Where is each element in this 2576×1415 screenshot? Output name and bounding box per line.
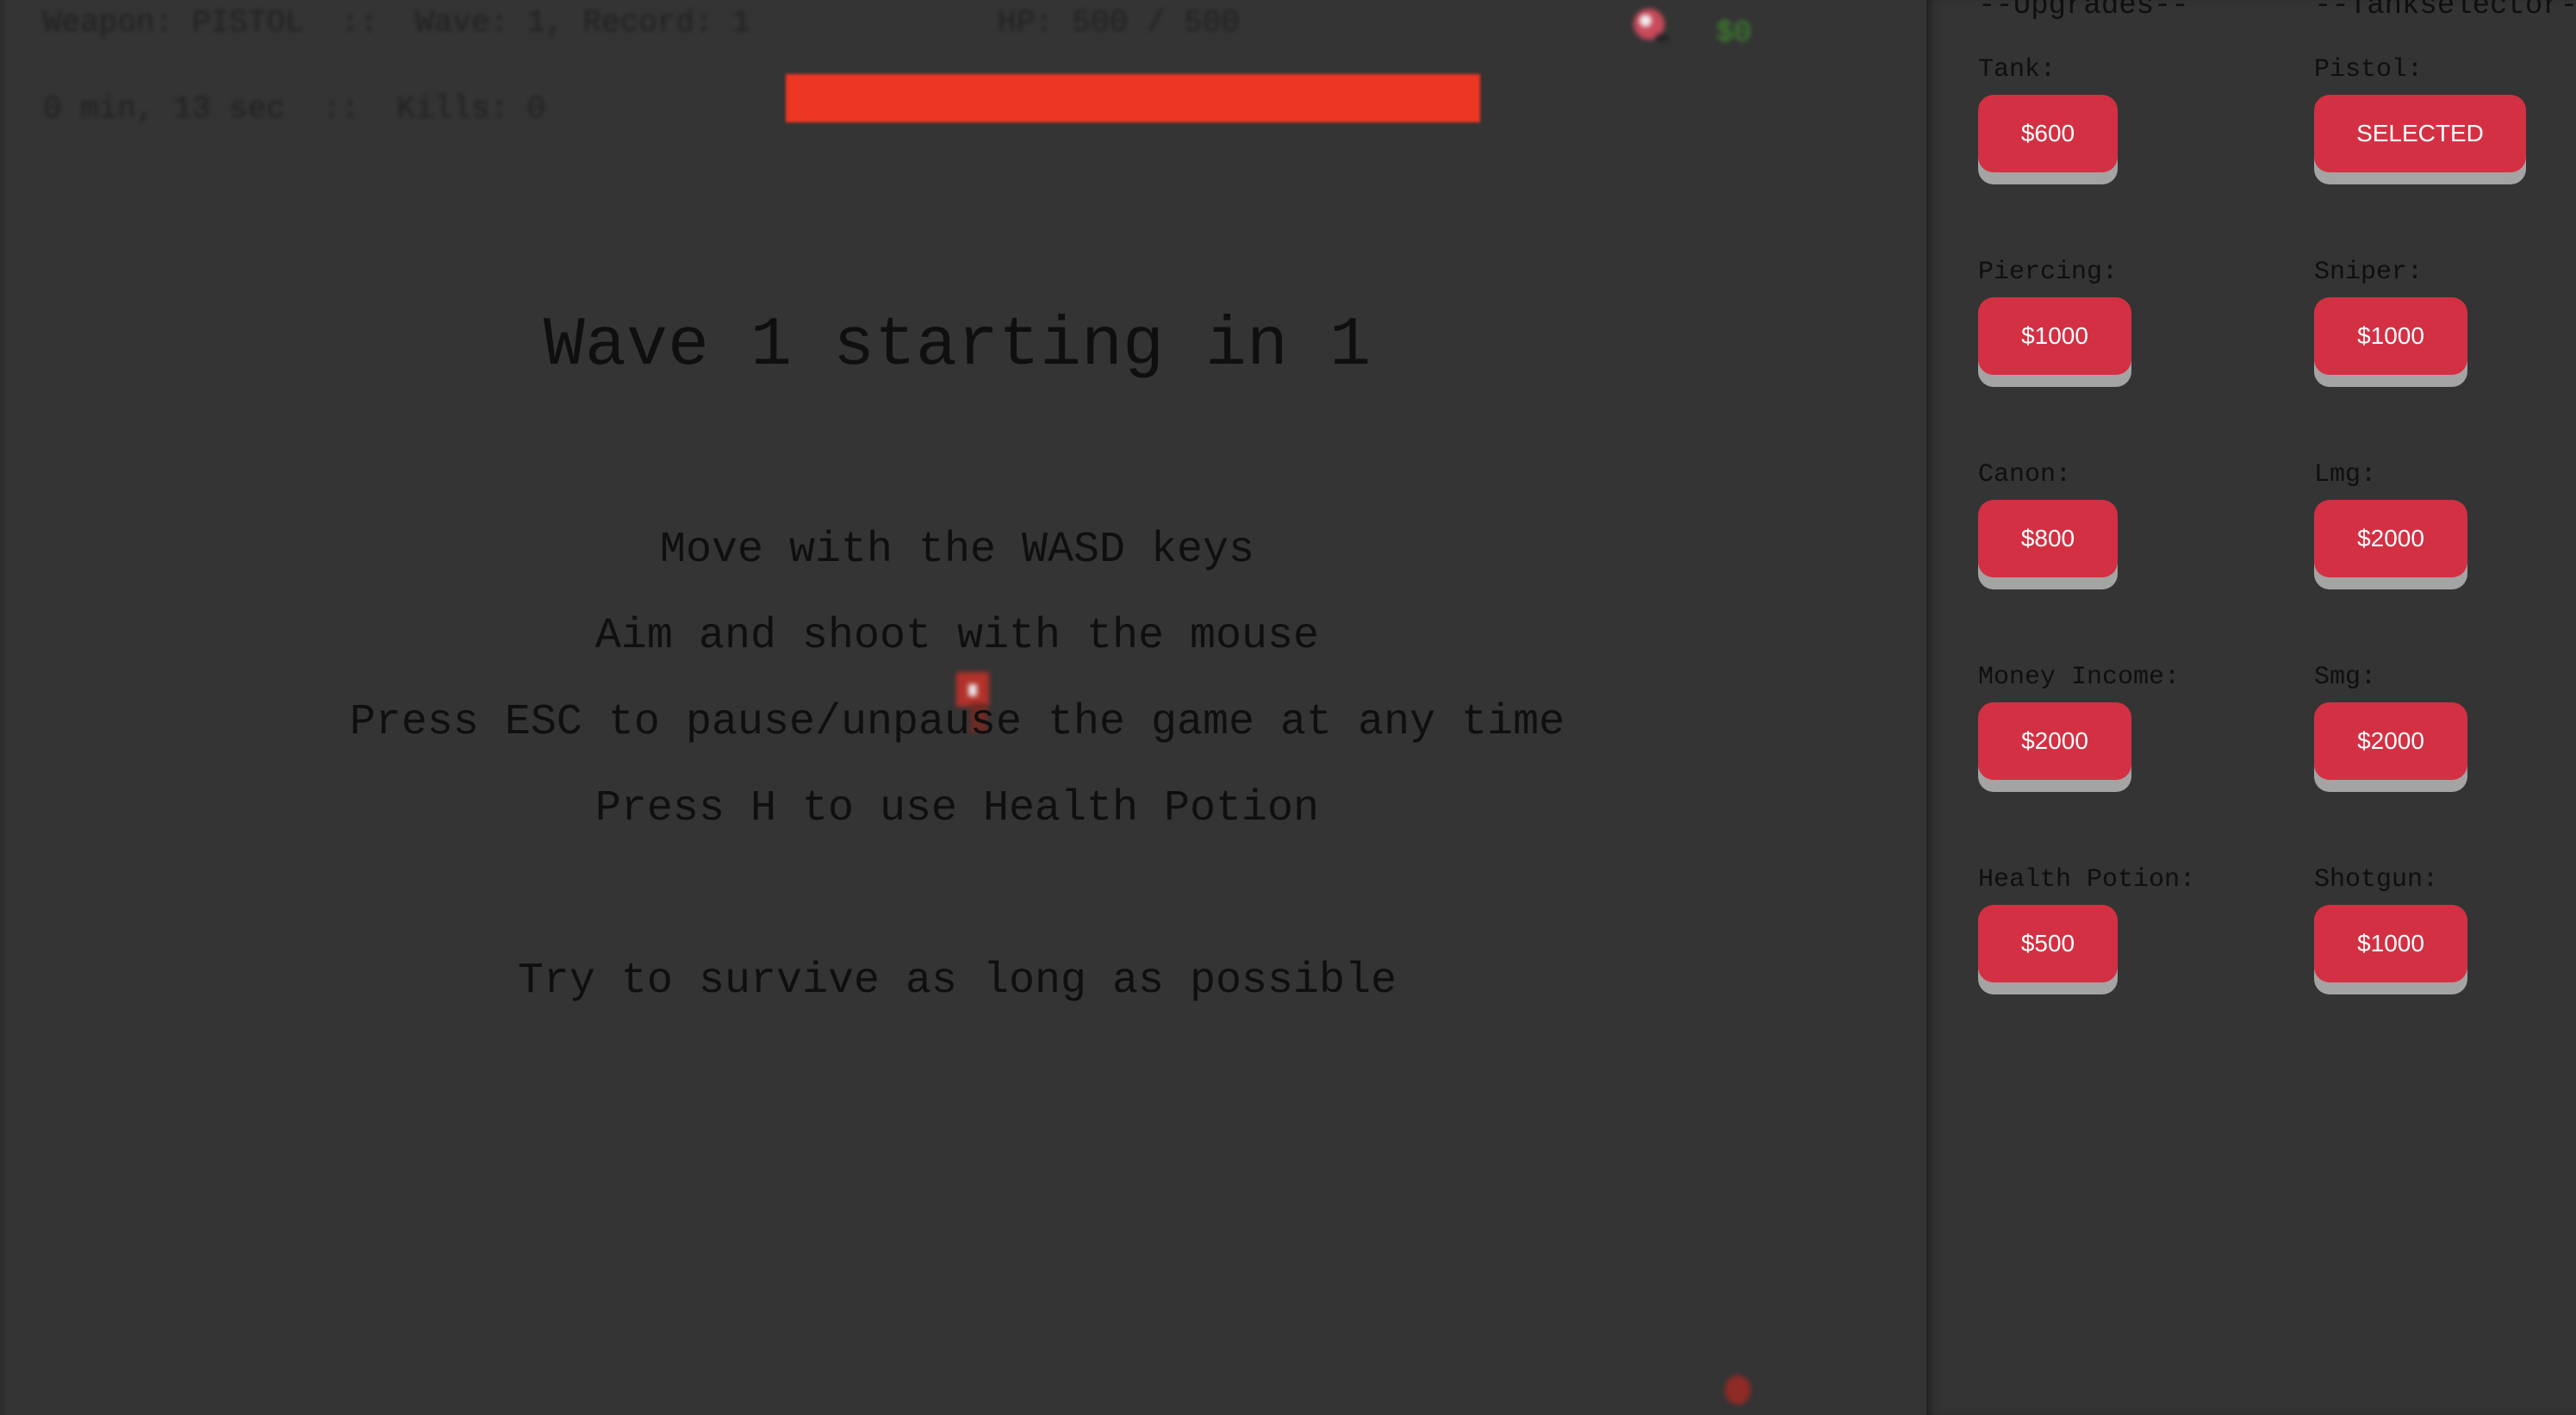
upgrade-piercing-button[interactable]: $1000: [1978, 297, 2131, 375]
tankselector-heading: --Tankselector--: [2314, 0, 2576, 22]
upgrade-tank-button[interactable]: $600: [1978, 95, 2118, 172]
upgrade-label-tank: Tank:: [1978, 55, 2056, 84]
tank-shotgun-button[interactable]: $1000: [2314, 905, 2467, 982]
upgrade-label-piercing: Piercing:: [1978, 258, 2119, 287]
shop-sidebar: --Upgrades-- --Tankselector-- Tank: $600…: [1926, 0, 2576, 1415]
upgrade-health-potion-button[interactable]: $500: [1978, 905, 2118, 982]
upgrade-money-income-button[interactable]: $2000: [1978, 702, 2131, 780]
upgrade-label-money-income: Money Income:: [1978, 663, 2181, 692]
upgrades-heading: --Upgrades--: [1978, 0, 2189, 22]
tank-label-smg: Smg:: [2314, 663, 2377, 692]
game-canvas[interactable]: Weapon: PISTOL :: Wave: 1, Record: 1 0 m…: [0, 0, 1926, 1415]
tank-smg-button[interactable]: $2000: [2314, 702, 2467, 780]
tank-label-pistol: Pistol:: [2314, 55, 2424, 84]
hp-label: HP: 500 / 500: [998, 5, 1240, 41]
instruction-survive: Try to survive as long as possible: [517, 957, 1397, 1006]
upgrade-label-health-potion: Health Potion:: [1978, 865, 2196, 895]
tank-pistol-button[interactable]: SELECTED: [2314, 95, 2526, 172]
money-counter: $0: [1716, 17, 1752, 50]
upgrade-canon-button[interactable]: $800: [1978, 500, 2118, 577]
upgrade-label-canon: Canon:: [1978, 460, 2072, 489]
weapon-wave-status: Weapon: PISTOL :: Wave: 1, Record: 1: [43, 5, 750, 41]
time-kills-status: 0 min, 13 sec :: Kills: 0: [43, 91, 546, 127]
player-tank-icon: [1633, 9, 1668, 41]
instruction-aim: Aim and shoot with the mouse: [594, 612, 1320, 661]
instruction-potion: Press H to use Health Potion: [594, 784, 1320, 833]
hp-bar: [786, 74, 1480, 122]
instruction-move: Move with the WASD keys: [659, 526, 1255, 575]
wave-countdown: Wave 1 starting in 1: [543, 307, 1372, 385]
tank-lmg-button[interactable]: $2000: [2314, 500, 2467, 577]
tank-label-lmg: Lmg:: [2314, 460, 2377, 489]
instruction-pause: Press ESC to pause/unpause the game at a…: [349, 698, 1565, 747]
tank-label-sniper: Sniper:: [2314, 258, 2424, 287]
tank-sniper-button[interactable]: $1000: [2314, 297, 2467, 375]
tank-label-shotgun: Shotgun:: [2314, 865, 2439, 895]
enemy-dot-icon: [1725, 1375, 1751, 1405]
